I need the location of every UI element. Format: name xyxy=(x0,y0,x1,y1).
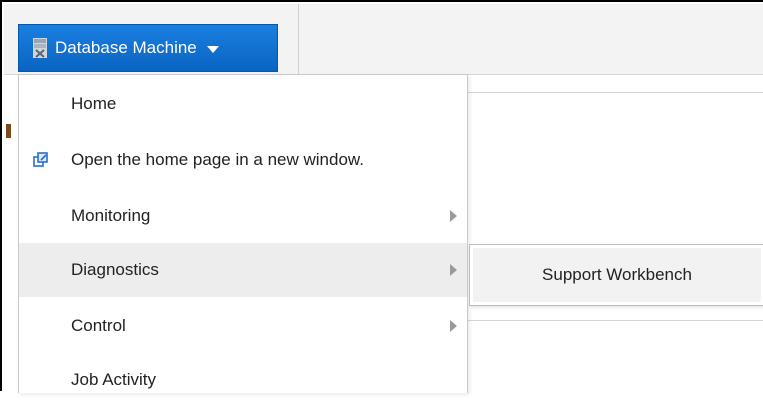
menu-item-diagnostics[interactable]: Diagnostics xyxy=(19,243,467,297)
menu-item-label: Open the home page in a new window. xyxy=(71,150,364,169)
chevron-right-icon xyxy=(450,320,457,332)
menu-item-open-new-window[interactable]: Open the home page in a new window. xyxy=(19,133,467,187)
menu-item-home[interactable]: Home xyxy=(19,77,467,131)
submenu-item-support-workbench[interactable]: Support Workbench xyxy=(473,248,761,302)
database-machine-label: Database Machine xyxy=(55,38,197,57)
database-machine-menu-button[interactable]: Database Machine xyxy=(18,24,278,72)
menu-item-label: Monitoring xyxy=(71,206,151,225)
menu-item-monitoring[interactable]: Monitoring xyxy=(19,189,467,243)
toolbar-divider xyxy=(298,4,299,74)
menu-item-label: Diagnostics xyxy=(71,260,159,279)
chevron-right-icon xyxy=(450,264,457,276)
database-icon xyxy=(33,38,47,58)
menu-item-label: Job Activity xyxy=(71,370,157,389)
diagnostics-submenu: Support Workbench xyxy=(469,244,763,306)
menu-item-job-activity[interactable]: Job Activity xyxy=(19,353,467,407)
chevron-down-icon xyxy=(206,46,219,53)
background-content-fragment xyxy=(6,124,11,138)
menu-item-control[interactable]: Control xyxy=(19,299,467,353)
window-frame: Database Machine Home Open the home page… xyxy=(0,0,763,394)
target-dropdown-menu: Home Open the home page in a new window.… xyxy=(18,74,468,393)
background-page-divider xyxy=(467,320,763,321)
submenu-item-label: Support Workbench xyxy=(542,265,692,284)
background-page-panel xyxy=(467,92,763,394)
menu-item-label: Home xyxy=(71,94,117,113)
menu-item-label: Control xyxy=(71,316,126,335)
new-window-icon xyxy=(33,152,49,168)
chevron-right-icon xyxy=(450,210,457,222)
